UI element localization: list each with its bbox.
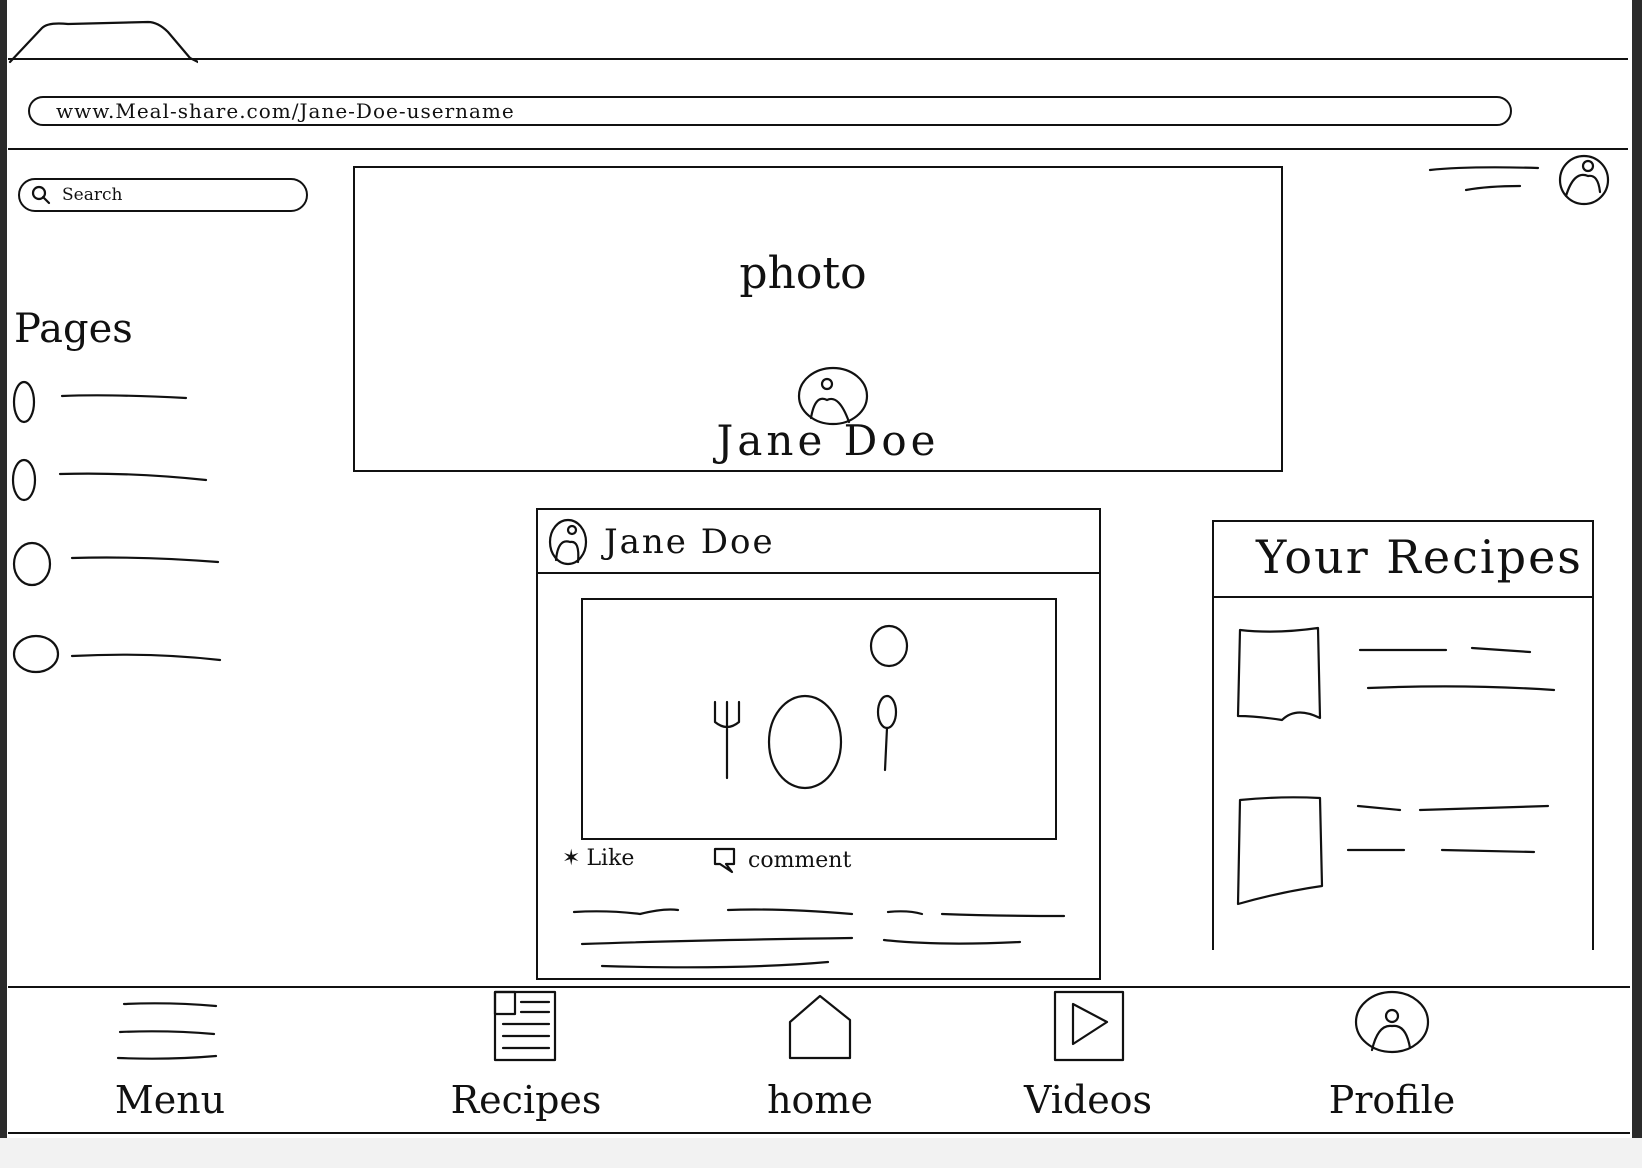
star-icon: ✶ <box>562 846 581 871</box>
home-icon <box>788 994 852 1060</box>
fork-icon <box>713 700 741 780</box>
nav-label: Profile <box>1328 1078 1456 1122</box>
search-icon <box>31 185 51 205</box>
sidebar-page-item[interactable] <box>10 536 230 588</box>
post-author-avatar-icon[interactable] <box>544 514 592 566</box>
recipe-desc-placeholder <box>1346 848 1536 854</box>
comment-label: comment <box>748 847 852 873</box>
post-author-name[interactable]: Jane Doe <box>604 522 775 562</box>
search-placeholder: Search <box>62 185 123 205</box>
top-menu-icon[interactable] <box>1428 164 1546 200</box>
nav-label: Videos <box>1023 1078 1153 1122</box>
wireframe-canvas: www.Meal-share.com/Jane-Doe-username Sea… <box>0 0 1642 1168</box>
like-button[interactable]: ✶ Like <box>562 846 634 871</box>
page-item-label-placeholder <box>70 556 220 564</box>
page-item-label-placeholder <box>58 472 208 482</box>
nav-item-recipes[interactable]: Recipes <box>436 986 616 1134</box>
address-bar[interactable]: www.Meal-share.com/Jane-Doe-username <box>28 96 1512 126</box>
search-input[interactable]: Search <box>18 178 308 212</box>
nav-item-videos[interactable]: Videos <box>998 986 1178 1134</box>
post-caption-placeholder <box>572 908 1066 969</box>
your-recipes-heading: Your Recipes <box>1214 522 1592 598</box>
recipe-desc-placeholder <box>1366 685 1556 692</box>
page-item-icon <box>12 541 52 587</box>
recipe-list-item[interactable] <box>1236 626 1566 756</box>
tab-bar-divider <box>8 58 1628 60</box>
small-circle <box>869 624 909 668</box>
address-bar-divider <box>8 148 1628 150</box>
post-image[interactable] <box>581 598 1057 840</box>
nav-label: Menu <box>114 1078 226 1122</box>
sidebar-page-item[interactable] <box>10 454 230 506</box>
nav-label: home <box>767 1078 873 1122</box>
meal-illustration <box>713 624 909 790</box>
page-item-label-placeholder <box>60 394 188 400</box>
feed-post: Jane Doe ✶ Like comment <box>536 508 1101 980</box>
account-avatar-icon[interactable] <box>1556 152 1612 208</box>
hamburger-menu-icon <box>116 1002 218 1060</box>
left-edge <box>0 0 7 1168</box>
recipe-thumbnail <box>1236 796 1324 906</box>
nav-item-home[interactable]: home <box>730 986 910 1134</box>
post-header: Jane Doe <box>538 510 1099 574</box>
browser-tab[interactable] <box>8 18 198 64</box>
recipe-thumbnail <box>1236 626 1322 722</box>
sidebar-page-item[interactable] <box>10 626 230 678</box>
nav-item-profile[interactable]: Profile <box>1302 986 1482 1134</box>
bottom-nav: Menu Recipes home Videos Profile <box>8 986 1632 1134</box>
recipe-list-item[interactable] <box>1236 794 1566 924</box>
your-recipes-panel: Your Recipes <box>1212 520 1594 950</box>
spoon-bowl <box>876 694 898 730</box>
user-icon <box>1354 990 1430 1054</box>
cover-photo: photo Jane Doe <box>353 166 1283 472</box>
right-edge <box>1632 0 1642 1168</box>
recipe-page-icon <box>493 990 557 1062</box>
like-label: Like <box>586 846 635 871</box>
address-bar-text: www.Meal-share.com/Jane-Doe-username <box>56 99 515 123</box>
recipe-title-placeholder <box>1358 646 1532 654</box>
bottom-strip <box>0 1138 1642 1168</box>
cover-photo-label: photo <box>739 248 867 299</box>
nav-label: Recipes <box>450 1078 602 1122</box>
comment-button[interactable]: comment <box>712 846 851 874</box>
page-item-icon <box>12 380 36 424</box>
plate-shape <box>767 694 843 790</box>
profile-name: Jane Doe <box>716 416 940 465</box>
recipe-title-placeholder <box>1356 804 1550 812</box>
sidebar-page-item[interactable] <box>10 376 230 428</box>
page-item-label-placeholder <box>70 653 222 662</box>
page-item-icon <box>12 634 60 674</box>
nav-item-menu[interactable]: Menu <box>80 986 260 1134</box>
comment-icon <box>713 847 736 874</box>
bottom-nav-bottom-divider <box>8 1132 1630 1134</box>
post-actions: ✶ Like comment <box>562 846 1082 880</box>
play-icon <box>1053 990 1125 1062</box>
page-item-icon <box>11 458 37 502</box>
pages-heading: Pages <box>14 306 133 352</box>
spoon-handle <box>883 726 889 772</box>
